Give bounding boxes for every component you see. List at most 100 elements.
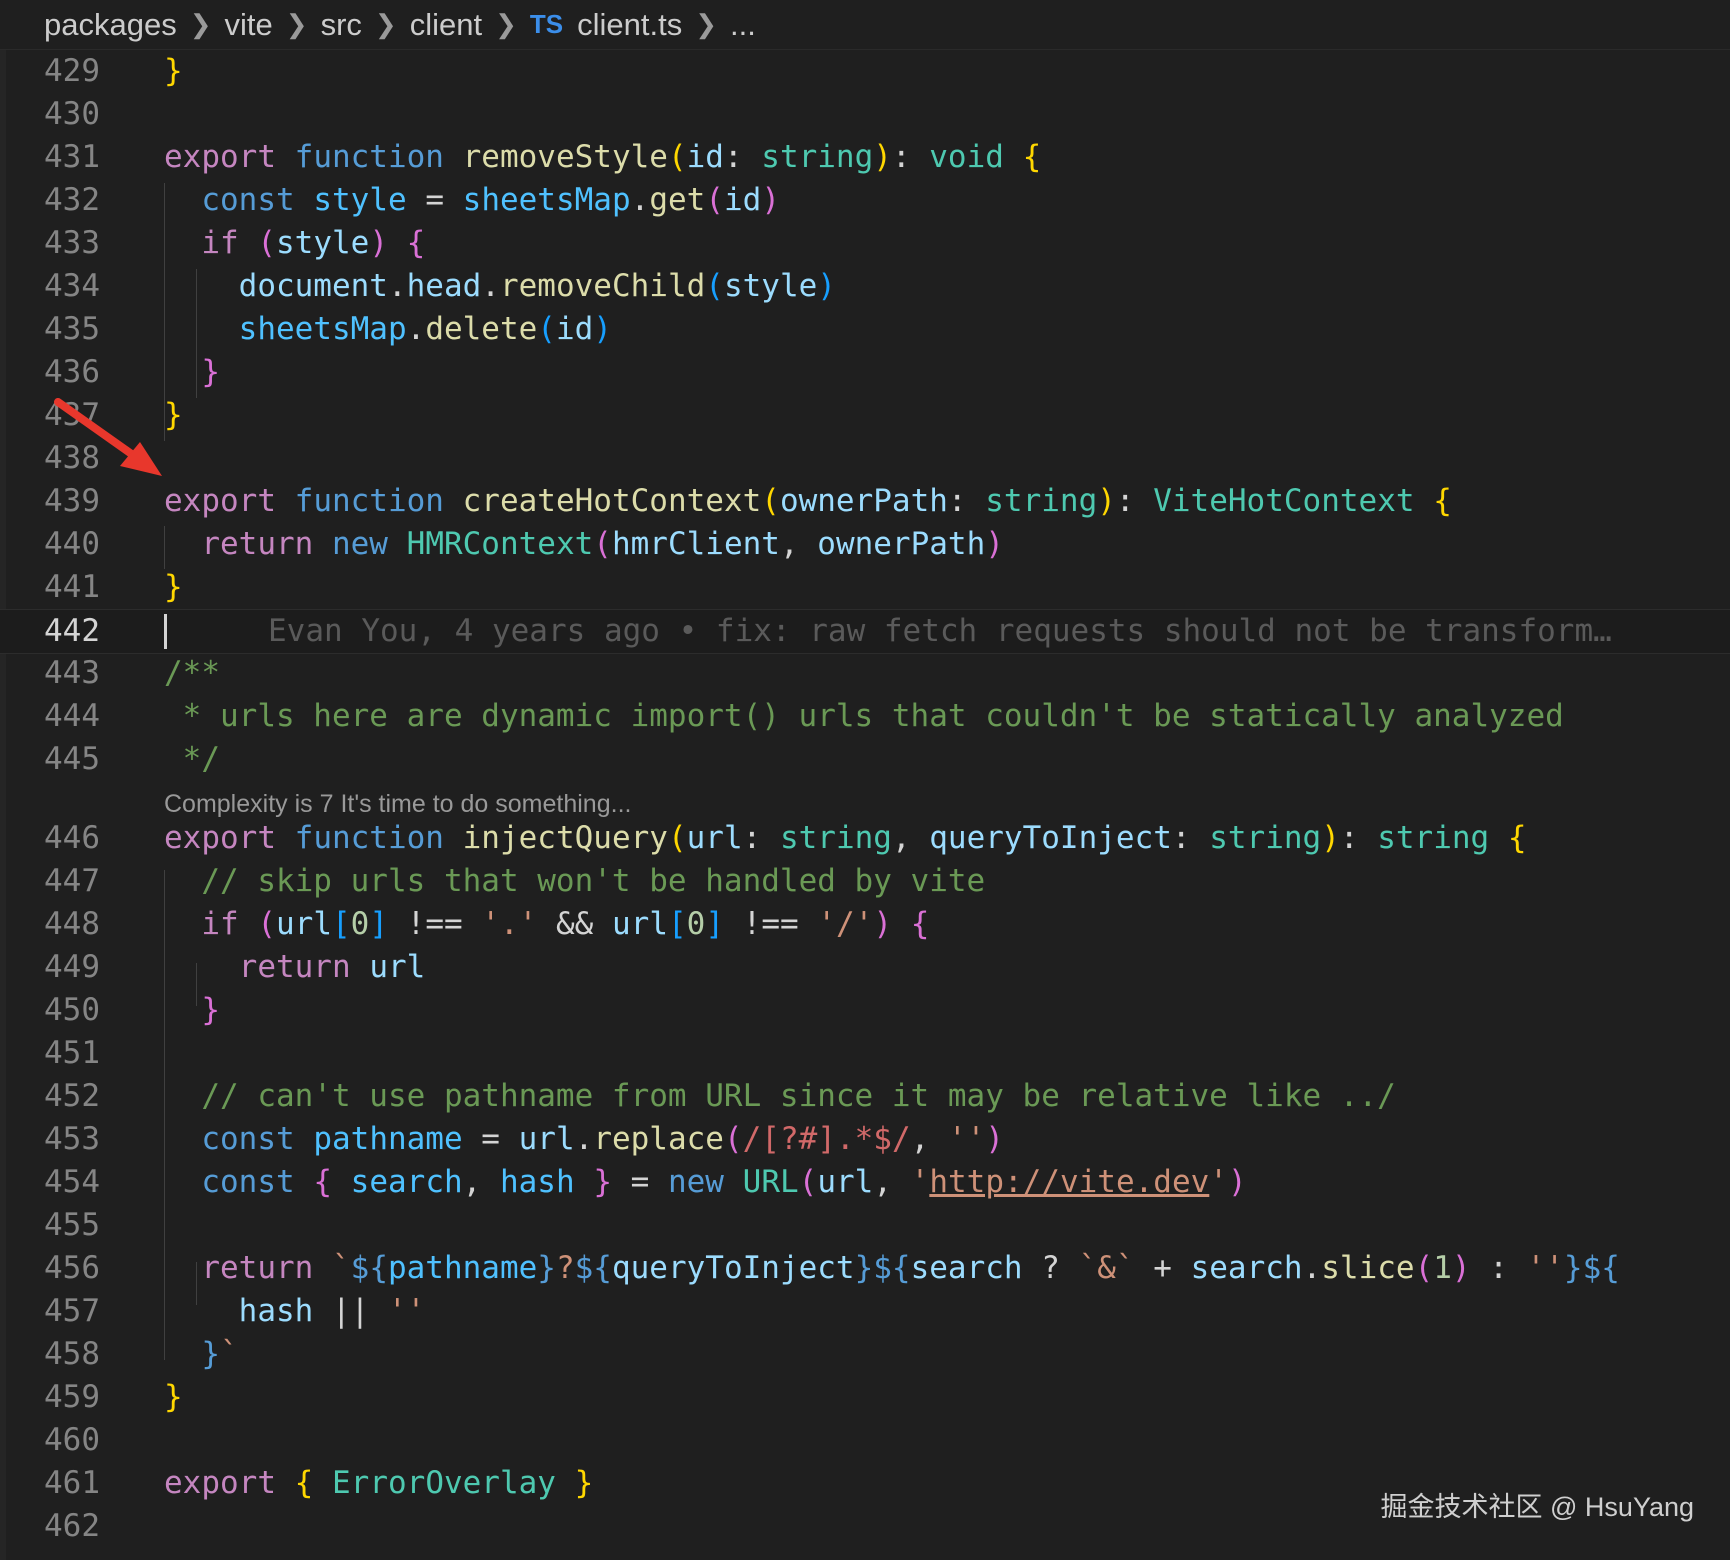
code-token: '' xyxy=(1526,1250,1564,1286)
indent-guide xyxy=(196,1262,197,1305)
line-number: 457 xyxy=(44,1293,100,1329)
code-token: ) xyxy=(1451,1250,1471,1286)
code-line[interactable]: 432 const style = sheetsMap.get(id) xyxy=(0,179,1730,222)
code-line[interactable]: 455 xyxy=(0,1204,1730,1247)
breadcrumb-file-name: client.ts xyxy=(577,6,683,42)
code-line[interactable]: 443 /** xyxy=(0,652,1730,695)
code-line[interactable]: 458 }` xyxy=(0,1333,1730,1376)
code-line[interactable]: 453 const pathname = url.replace(/[?#].*… xyxy=(0,1118,1730,1161)
line-number: 441 xyxy=(44,569,100,605)
code-line[interactable]: 460 xyxy=(0,1419,1730,1462)
code-line[interactable]: 436 } xyxy=(0,351,1730,394)
code-token: ) xyxy=(873,906,893,942)
code-token: ) xyxy=(873,139,892,175)
code-token: '' xyxy=(947,1121,986,1157)
breadcrumb: packages ❯ vite ❯ src ❯ client ❯ TS clie… xyxy=(0,0,1730,50)
text-cursor xyxy=(164,614,167,649)
code-token: injectQuery xyxy=(462,820,668,856)
code-line[interactable]: 438 xyxy=(0,437,1730,480)
code-line[interactable]: 445 */ xyxy=(0,738,1730,781)
line-number: 449 xyxy=(44,949,100,985)
code-token: !== xyxy=(388,906,482,942)
code-token: new xyxy=(331,526,388,562)
code-token: delete xyxy=(425,311,538,347)
code-token: } xyxy=(201,354,220,390)
code-line[interactable]: 446 export function injectQuery(url: stri… xyxy=(0,817,1730,860)
code-token: function xyxy=(294,820,444,856)
code-token: document xyxy=(238,268,388,304)
code-token: url xyxy=(518,1121,575,1157)
code-editor[interactable]: 429} 430 431 export function removeStyle(id… xyxy=(0,50,1730,1560)
breadcrumb-item-src[interactable]: src xyxy=(321,7,362,43)
breadcrumb-item-file[interactable]: TS client.ts xyxy=(530,7,682,43)
code-token: }${ xyxy=(854,1250,911,1286)
line-number: 451 xyxy=(44,1035,100,1071)
code-token: export xyxy=(164,139,276,175)
code-line-current[interactable]: 442 Evan You, 4 years ago • fix: raw fetc… xyxy=(0,609,1730,654)
code-token: } xyxy=(593,1164,612,1200)
indent-guide xyxy=(196,269,197,398)
code-line[interactable]: 444 * urls here are dynamic import() url… xyxy=(0,695,1730,738)
code-token: ) xyxy=(593,311,612,347)
code-token: ) xyxy=(985,1121,1004,1157)
code-line[interactable]: 448 if (url[0] !== '.' && url[0] !== '/'… xyxy=(0,903,1730,946)
code-line[interactable]: 434 document.head.removeChild(style) xyxy=(0,265,1730,308)
code-token: ( xyxy=(667,820,687,856)
code-line[interactable]: 441} xyxy=(0,566,1730,609)
line-number: 429 xyxy=(44,53,100,89)
code-line[interactable]: 435 sheetsMap.delete(id) xyxy=(0,308,1730,351)
code-token: slice xyxy=(1321,1250,1415,1286)
code-line[interactable]: 449 return url xyxy=(0,946,1730,989)
line-code: } xyxy=(164,1376,183,1419)
code-token: hash xyxy=(238,1293,314,1329)
breadcrumb-symbols[interactable]: ... xyxy=(730,7,756,43)
code-token: ) xyxy=(1097,483,1116,519)
code-token: = xyxy=(462,1121,519,1157)
code-line[interactable]: 447 // skip urls that won't be handled b… xyxy=(0,860,1730,903)
code-line[interactable]: 456 return `${pathname}?${queryToInject}… xyxy=(0,1247,1730,1290)
code-link[interactable]: http://vite.dev xyxy=(929,1164,1209,1200)
code-line[interactable]: 430 xyxy=(0,93,1730,136)
code-token: if xyxy=(201,906,239,942)
code-line[interactable]: 440 return new HMRContext(hmrClient, own… xyxy=(0,523,1730,566)
line-number: 440 xyxy=(44,526,100,562)
breadcrumb-item-packages[interactable]: packages xyxy=(44,7,177,43)
code-token: removeStyle xyxy=(462,139,668,175)
code-line[interactable]: 429} xyxy=(0,50,1730,93)
code-line[interactable]: 452 // can't use pathname from URL since… xyxy=(0,1075,1730,1118)
code-token: ( xyxy=(667,139,687,175)
code-line[interactable]: 433 if (style) { xyxy=(0,222,1730,265)
code-line[interactable]: 437} xyxy=(0,394,1730,437)
code-line[interactable]: 451 xyxy=(0,1032,1730,1075)
code-line[interactable]: 431 export function removeStyle(id: strin… xyxy=(0,136,1730,179)
code-token: ( xyxy=(537,311,556,347)
breadcrumb-item-client[interactable]: client xyxy=(410,7,482,43)
code-token: , xyxy=(891,820,930,856)
code-line[interactable]: 459} xyxy=(0,1376,1730,1419)
code-line[interactable]: 439 export function createHotContext(owne… xyxy=(0,480,1730,523)
code-token: ViteHotContext xyxy=(1153,483,1415,519)
line-number: 450 xyxy=(44,992,100,1028)
code-line[interactable]: 454 const { search, hash } = new URL(url… xyxy=(0,1161,1730,1204)
line-number: 446 xyxy=(44,820,100,856)
line-code: const style = sheetsMap.get(id) xyxy=(164,179,780,222)
breadcrumb-item-vite[interactable]: vite xyxy=(225,7,273,43)
code-line[interactable]: 450 } xyxy=(0,989,1730,1032)
watermark: 掘金技术社区 @ HsuYang xyxy=(1380,1492,1694,1522)
code-line[interactable]: 457 hash || '' xyxy=(0,1290,1730,1333)
code-token: { xyxy=(313,1164,332,1200)
line-code: export { ErrorOverlay } xyxy=(164,1462,593,1505)
code-token: `&` xyxy=(1078,1250,1135,1286)
code-token: void xyxy=(929,139,1004,175)
code-token: '/' xyxy=(817,906,874,942)
code-token: ( xyxy=(1414,1250,1434,1286)
